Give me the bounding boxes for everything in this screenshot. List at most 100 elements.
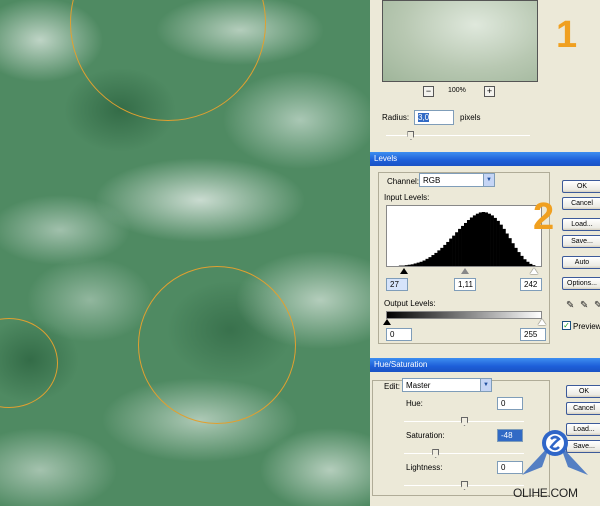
levels-load-button[interactable]: Load... [562, 218, 600, 231]
histogram-bar [493, 217, 497, 266]
output-gradient-bar [386, 311, 542, 319]
saturation-slider-track[interactable] [404, 453, 524, 454]
channel-value: RGB [423, 176, 441, 185]
hue-label: Hue: [406, 399, 423, 408]
highlight-circle-left [0, 318, 58, 408]
blur-preview[interactable] [382, 0, 538, 82]
histogram-bar [511, 243, 515, 266]
histogram-bar [437, 250, 441, 266]
zoom-out-button[interactable]: − [423, 86, 434, 97]
histogram-bar [455, 232, 459, 266]
histogram-bar [461, 225, 465, 266]
histogram-bar [517, 252, 521, 266]
levels-cancel-button[interactable]: Cancel [562, 197, 600, 210]
histogram-bar [526, 261, 530, 266]
input-gamma-field[interactable]: 1,11 [454, 278, 476, 291]
output-white-marker[interactable] [538, 319, 546, 325]
input-white-field[interactable]: 242 [520, 278, 542, 291]
preview-checkbox[interactable]: ✓ [562, 321, 571, 330]
histogram-bar [523, 259, 527, 266]
watermark: OLIHE.COM [513, 486, 578, 500]
hue-ok-button[interactable]: OK [566, 385, 600, 398]
histogram-bar [481, 212, 486, 266]
histogram-bar [458, 228, 462, 267]
levels-options-button[interactable]: Options... [562, 277, 600, 290]
levels-save-button[interactable]: Save... [562, 235, 600, 248]
white-eyedropper-icon[interactable]: ✎ [594, 300, 600, 312]
zoom-level: 100% [448, 87, 466, 94]
output-black-marker[interactable] [383, 319, 391, 325]
highlight-circle-top [70, 0, 266, 121]
hue-saturation-titlebar[interactable]: Hue/Saturation [370, 358, 600, 372]
histogram-bar [452, 235, 456, 267]
histogram-bar [505, 233, 509, 266]
radius-input[interactable]: 3,0 [414, 110, 454, 125]
levels-titlebar[interactable]: Levels [370, 152, 600, 166]
histogram-bar [472, 215, 477, 267]
cloud-canvas [0, 0, 370, 506]
input-gamma-marker[interactable] [461, 268, 469, 274]
radius-unit: pixels [460, 113, 481, 122]
histogram-bar [434, 252, 438, 266]
histogram-bar [508, 238, 512, 266]
site-logo-icon [522, 430, 588, 475]
histogram-bar [520, 255, 524, 267]
levels-histogram [386, 205, 542, 267]
histogram-bar [425, 258, 429, 266]
output-black-field[interactable]: 0 [386, 328, 412, 341]
step-number-2: 2 [533, 196, 555, 238]
lightness-label: Lightness: [406, 463, 443, 472]
histogram-bar [499, 224, 503, 266]
input-black-field[interactable]: 27 [386, 278, 408, 291]
chevron-down-icon[interactable]: ▼ [483, 174, 494, 186]
histogram-bar [532, 265, 536, 266]
hue-field[interactable]: 0 [497, 397, 523, 410]
histogram-bar [466, 220, 471, 266]
preview-label: Preview [573, 322, 600, 331]
histogram-bar [490, 215, 494, 267]
radius-label: Radius: [382, 113, 410, 122]
input-levels-label: Input Levels: [384, 193, 430, 202]
hue-cancel-button[interactable]: Cancel [566, 402, 600, 415]
histogram-bar [529, 263, 533, 266]
highlight-circle-bottom-right [138, 266, 296, 424]
histogram-bar [484, 212, 488, 266]
histogram-bar [464, 222, 468, 266]
levels-auto-button[interactable]: Auto [562, 256, 600, 269]
histogram-bar [475, 213, 480, 266]
output-levels-label: Output Levels: [384, 299, 436, 308]
histogram-chart [398, 212, 536, 267]
edit-dropdown[interactable]: Master ▼ [402, 378, 492, 392]
histogram-bar [404, 265, 409, 266]
input-black-point-marker[interactable] [400, 268, 408, 274]
edit-value: Master [406, 381, 431, 390]
histogram-bar [413, 263, 417, 266]
input-white-point-marker[interactable] [530, 268, 538, 274]
histogram-bar [440, 247, 444, 266]
histogram-bar [478, 212, 483, 266]
histogram-bar [469, 217, 474, 266]
histogram-bar [446, 241, 450, 266]
step-number-1: 1 [556, 14, 578, 56]
output-white-field[interactable]: 255 [520, 328, 546, 341]
histogram-bar [496, 220, 500, 266]
gray-eyedropper-icon[interactable]: ✎ [580, 300, 589, 312]
histogram-bar [407, 264, 411, 266]
histogram-bar [419, 261, 423, 266]
histogram-bar [428, 257, 432, 266]
histogram-bar [410, 264, 414, 266]
channel-label: Channel: [387, 177, 420, 186]
histogram-bar [431, 255, 435, 266]
histogram-bar [422, 260, 426, 266]
zoom-in-button[interactable]: + [484, 86, 495, 97]
channel-dropdown[interactable]: RGB ▼ [419, 173, 495, 187]
levels-ok-button[interactable]: OK [562, 180, 600, 193]
chevron-down-icon[interactable]: ▼ [480, 379, 491, 391]
histogram-bar [514, 247, 518, 266]
edit-label: Edit: [384, 382, 401, 391]
histogram-bar [449, 238, 453, 266]
radius-value: 3,0 [418, 113, 430, 122]
histogram-bar [443, 244, 447, 266]
black-eyedropper-icon[interactable]: ✎ [566, 300, 575, 312]
saturation-label: Saturation: [406, 431, 445, 440]
